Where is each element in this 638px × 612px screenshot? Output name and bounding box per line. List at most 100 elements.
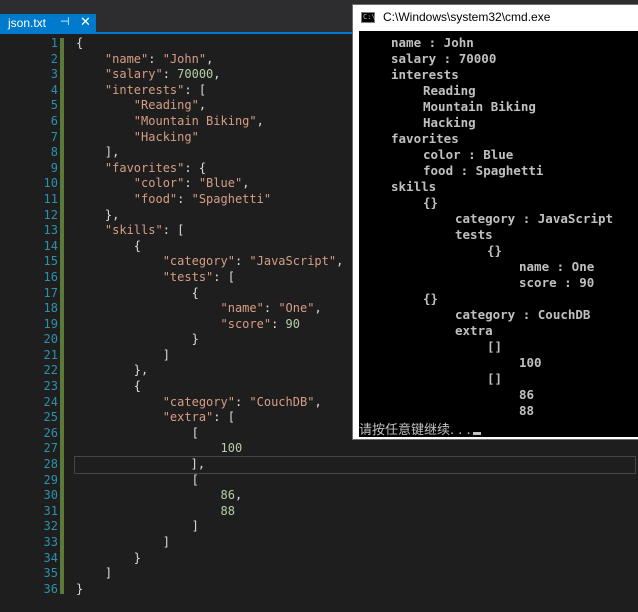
console-line: name : One [519,259,595,274]
code-token: "extra" [162,410,214,425]
console-line: name : John [391,35,474,50]
console-line: [] [487,371,503,386]
code-line[interactable]: ] [76,519,635,535]
code-token: , [256,113,264,128]
line-number: 25 [43,410,58,425]
pin-icon[interactable]: ⊣ [60,15,70,28]
console-line: tests [455,227,493,242]
code-token: "favorites" [104,160,185,175]
console-line: 100 [519,355,542,370]
close-icon[interactable]: ✕ [80,14,91,30]
code-token: , [314,394,322,409]
console-line: [] [487,339,503,354]
code-token: [ [191,425,199,440]
code-token: "category" [162,394,235,409]
line-number: 4 [50,82,58,97]
code-token: : [148,51,163,66]
line-number: 35 [43,566,58,581]
console-cursor [472,432,481,435]
code-token: , [206,51,214,66]
code-line[interactable]: 88 [76,504,635,520]
code-token: "John" [162,51,207,66]
console-line: Reading [423,83,476,98]
console-line: Hacking [423,115,476,130]
line-number: 27 [43,441,58,456]
code-token: : [184,176,199,191]
cmd-window-title: C:\Windows\system32\cmd.exe [383,10,551,24]
code-token: : [ [213,269,235,284]
code-token: , [314,301,322,316]
line-number: 33 [43,535,58,549]
line-number: 28 [43,457,58,472]
code-token: { [133,238,142,253]
line-number: 13 [43,223,58,238]
code-token: "food" [133,191,178,206]
line-number: 9 [50,160,58,175]
line-number: 17 [43,285,58,300]
line-number: 15 [43,254,58,269]
change-indicator-bar [60,38,64,594]
code-token: : [ [213,410,235,425]
code-line[interactable]: ] [76,566,635,582]
code-token: "interests" [104,82,185,97]
code-token: , [198,98,207,113]
code-line[interactable]: [ [76,473,635,489]
line-number: 29 [43,472,58,487]
line-number: 10 [43,176,58,191]
code-line[interactable]: ], [74,456,636,474]
code-line[interactable]: 86, [76,488,635,504]
line-number: 21 [43,347,58,362]
cmd-window[interactable]: C:\ C:\Windows\system32\cmd.exe name : J… [352,4,638,440]
code-line[interactable]: } [76,582,635,598]
code-token: ] [162,347,170,362]
line-number: 36 [43,581,58,596]
code-token: : [ [184,82,207,97]
code-token: "category" [162,254,235,269]
line-number: 12 [43,207,58,222]
console-line: extra [455,323,493,338]
cmd-console[interactable]: name : John salary : 70000 interests Readin… [359,31,638,437]
tab-json-txt[interactable]: json.txt ⊣ ✕ [0,14,96,32]
code-token: "name" [104,51,149,66]
code-token: "One" [278,301,315,316]
code-token: "skills" [104,223,163,238]
cmd-title-bar[interactable]: C:\ C:\Windows\system32\cmd.exe [353,5,638,31]
console-line: 88 [519,403,535,418]
prompt-text: 请按任意键继续. . . [359,423,471,437]
code-token: 100 [220,441,243,456]
code-token: "JavaScript" [249,254,337,269]
code-line[interactable]: ] [76,535,635,551]
line-number: 22 [43,363,58,378]
console-line: food : Spaghetti [423,163,544,178]
console-line: score : 90 [519,275,595,290]
console-line: favorites [391,131,459,146]
tab-label: json.txt [8,16,47,30]
line-number: 30 [43,488,58,503]
code-line[interactable]: 100 [76,441,635,457]
code-token: : [ [162,223,185,238]
line-number: 24 [43,394,58,409]
code-token: "tests" [162,269,214,284]
code-token: , [242,176,250,191]
code-line[interactable]: } [76,551,635,567]
